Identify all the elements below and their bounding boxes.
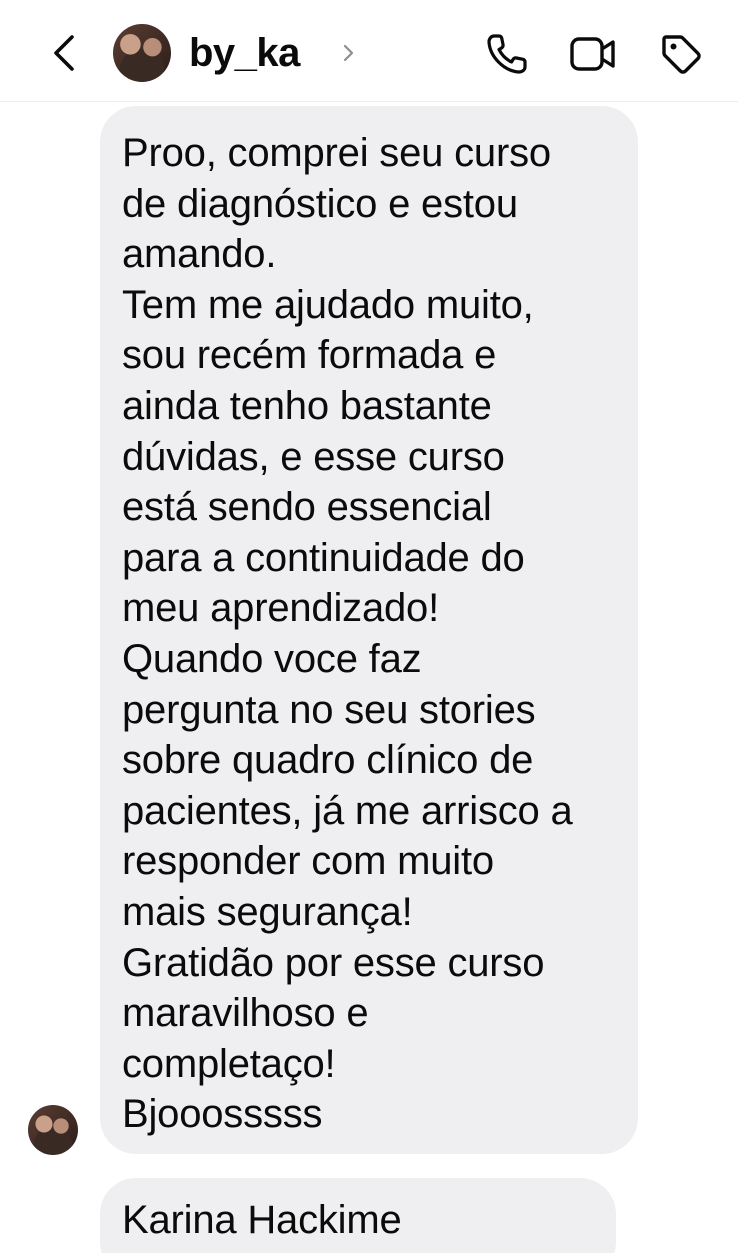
- message-line: Bjooosssss: [122, 1092, 323, 1137]
- message-line: amando.: [122, 232, 277, 277]
- chevron-right-icon[interactable]: [340, 40, 356, 66]
- message-line: ainda tenho bastante: [122, 383, 492, 428]
- video-camera-icon: [570, 37, 615, 71]
- message-line: para a continuidade do: [122, 535, 525, 580]
- message-line: meu aprendizado!: [122, 586, 440, 631]
- message-line: pergunta no seu stories: [122, 687, 536, 732]
- message-line: Tem me ajudado muito,: [122, 282, 534, 327]
- message-line: mais segurança!: [122, 889, 413, 934]
- chat-header: by_ka: [0, 0, 738, 102]
- message-bubble[interactable]: Proo, comprei seu curso de diagnóstico e…: [100, 106, 638, 1154]
- contact-name[interactable]: by_ka: [189, 29, 300, 77]
- tag-icon: [662, 35, 701, 74]
- message-line: Karina Hackime: [122, 1198, 402, 1242]
- tag-button[interactable]: [655, 28, 707, 80]
- message-line: sobre quadro clínico de: [122, 738, 534, 783]
- sender-avatar[interactable]: [28, 1105, 78, 1155]
- message-line: pacientes, já me arrisco a: [122, 788, 573, 833]
- dm-conversation-screen: by_ka Proo, comprei seu curso de diagnós…: [0, 0, 738, 1253]
- message-bubble[interactable]: Karina Hackime: [100, 1178, 616, 1253]
- back-button[interactable]: [40, 28, 88, 78]
- message-line: Gratidão por esse curso: [122, 940, 545, 985]
- message-line: responder com muito: [122, 839, 494, 884]
- contact-avatar[interactable]: [113, 24, 171, 82]
- message-line: sou recém formada e: [122, 333, 497, 378]
- message-line: Quando voce faz: [122, 636, 422, 681]
- message-line: completaço!: [122, 1041, 336, 1086]
- chevron-left-icon: [54, 35, 74, 71]
- phone-icon: [487, 34, 527, 74]
- message-line: está sendo essencial: [122, 485, 492, 530]
- message-line: maravilhoso e: [122, 991, 369, 1036]
- message-line: Proo, comprei seu curso: [122, 131, 551, 175]
- audio-call-button[interactable]: [481, 28, 533, 80]
- video-call-button[interactable]: [567, 28, 619, 80]
- message-line: de diagnóstico e estou: [122, 181, 518, 226]
- message-line: dúvidas, e esse curso: [122, 434, 505, 479]
